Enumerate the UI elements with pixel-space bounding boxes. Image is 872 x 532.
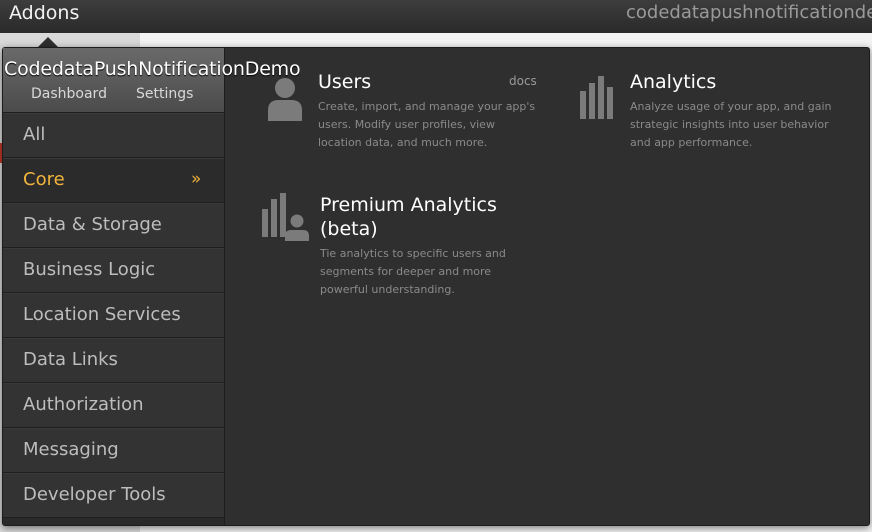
category-label: Location Services: [23, 304, 181, 325]
category-label: All: [23, 124, 46, 145]
addons-sidebar: CodedataPushNotificationDemo Dashboard S…: [3, 48, 301, 525]
category-developer-tools[interactable]: Developer Tools: [3, 473, 224, 518]
category-data-links[interactable]: Data Links: [3, 338, 224, 383]
category-label: Data Links: [23, 349, 118, 370]
settings-link[interactable]: Settings: [136, 86, 193, 102]
addon-card-analytics[interactable]: Analytics Analyze usage of your app, and…: [579, 70, 849, 180]
category-business-logic[interactable]: Business Logic: [3, 248, 224, 293]
category-core[interactable]: Core »: [3, 158, 224, 203]
addon-title[interactable]: Users: [318, 70, 371, 94]
addon-description: Tie analytics to specific users and segm…: [320, 247, 506, 296]
category-label: Authorization: [23, 394, 144, 415]
docs-link[interactable]: docs: [509, 74, 537, 88]
category-all[interactable]: All: [3, 113, 224, 158]
addon-card-premium-analytics[interactable]: Premium Analytics (beta) Tie analytics t…: [261, 193, 541, 313]
category-messaging[interactable]: Messaging: [3, 428, 224, 473]
addon-card-users[interactable]: Users docs Create, import, and manage yo…: [265, 70, 540, 180]
page-title: Addons: [9, 2, 80, 24]
addons-popup: CodedataPushNotificationDemo Dashboard S…: [2, 47, 870, 526]
top-bar: Addons codedatapushnotificationdemo: [0, 0, 872, 34]
current-app-name[interactable]: codedatapushnotificationdemo: [626, 2, 872, 24]
app-header: CodedataPushNotificationDemo Dashboard S…: [3, 48, 301, 113]
bar-chart-icon: [580, 76, 613, 119]
addon-title[interactable]: Premium Analytics (beta): [320, 193, 497, 241]
category-label: Core: [23, 169, 65, 190]
category-authorization[interactable]: Authorization: [3, 383, 224, 428]
app-name[interactable]: CodedataPushNotificationDemo: [4, 58, 301, 80]
dashboard-link[interactable]: Dashboard: [31, 86, 107, 102]
category-label: Business Logic: [23, 259, 156, 280]
category-data-storage[interactable]: Data & Storage: [3, 203, 224, 248]
user-analytics-icon: [262, 193, 309, 241]
category-label: Messaging: [23, 439, 119, 460]
addon-title[interactable]: Analytics: [630, 70, 716, 94]
category-label: Data & Storage: [23, 214, 162, 235]
user-icon: [268, 78, 302, 121]
category-location-services[interactable]: Location Services: [3, 293, 224, 338]
addon-description: Create, import, and manage your app's us…: [318, 100, 536, 149]
addon-description: Analyze usage of your app, and gain stra…: [630, 100, 832, 149]
category-label: Developer Tools: [23, 484, 166, 505]
chevron-right-icon: »: [191, 169, 202, 189]
category-list: All Core» Data & Storage Business Logic …: [3, 113, 224, 518]
